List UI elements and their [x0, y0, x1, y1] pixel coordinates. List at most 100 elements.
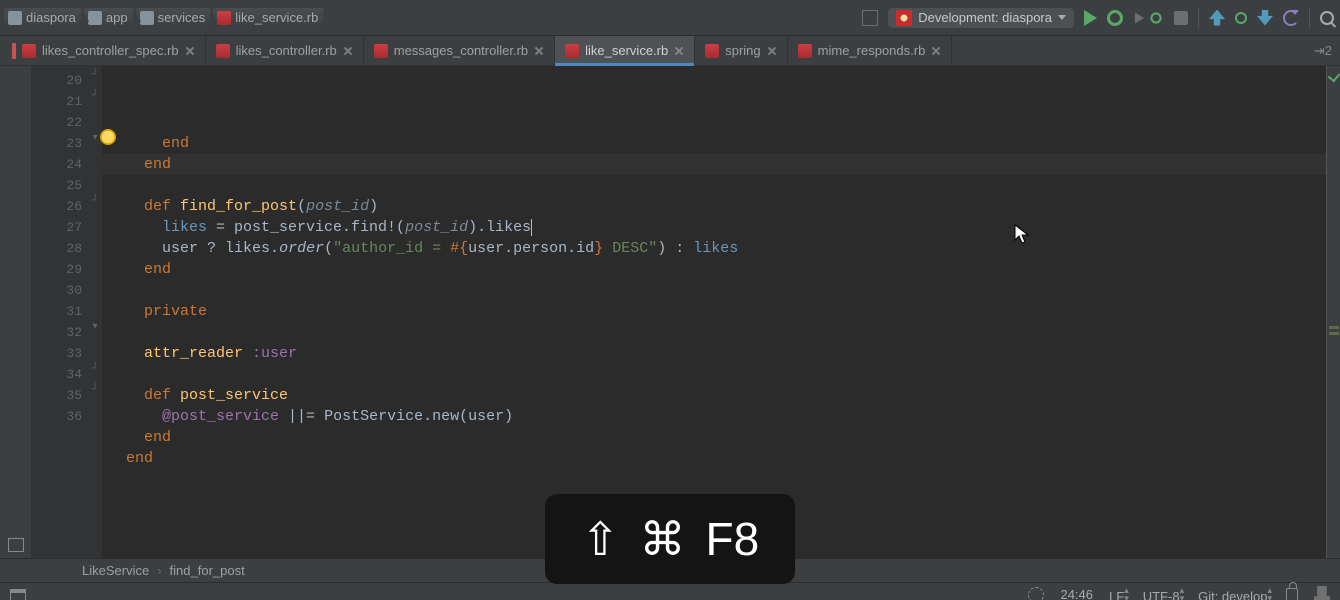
folder-icon [88, 11, 102, 25]
breadcrumb-node[interactable]: LikeService [82, 563, 149, 578]
git-branch[interactable]: Git: develop▴▾ [1198, 586, 1270, 600]
editor-tab[interactable]: like_service.rb [555, 36, 695, 65]
code-line[interactable]: end [108, 427, 1326, 448]
breadcrumb-item[interactable]: like_service.rb [213, 8, 324, 27]
intention-bulb-icon[interactable] [100, 129, 116, 145]
code-line[interactable]: end [108, 133, 1326, 154]
fold-marker[interactable]: ┘ [90, 385, 100, 395]
line-number[interactable]: 21 [32, 91, 82, 112]
tool-windows-icon[interactable] [10, 589, 26, 600]
code-line[interactable]: attr_reader :user [108, 343, 1326, 364]
close-icon[interactable] [185, 46, 195, 56]
line-separator[interactable]: LF▴▾ [1109, 586, 1127, 600]
tab-label: likes_controller_spec.rb [42, 43, 179, 58]
project-toolwindow-icon[interactable] [8, 538, 24, 552]
code-line[interactable] [108, 322, 1326, 343]
code-line[interactable]: end [108, 259, 1326, 280]
code-line[interactable]: def post_service [108, 385, 1326, 406]
editor-tab[interactable]: likes_controller.rb [206, 36, 364, 65]
file-encoding[interactable]: UTF-8▴▾ [1143, 586, 1182, 600]
close-icon[interactable] [767, 46, 777, 56]
line-number[interactable]: 31 [32, 301, 82, 322]
line-number[interactable]: 36 [32, 406, 82, 427]
code-area[interactable]: end end def find_for_post(post_id) likes… [102, 66, 1326, 558]
run-config-selector[interactable]: Development: diaspora [888, 8, 1074, 28]
chevron-right-icon: › [157, 563, 161, 578]
debug-button[interactable] [1107, 10, 1123, 26]
fold-marker[interactable]: ▾ [90, 133, 100, 143]
line-number[interactable]: 23 [32, 133, 82, 154]
code-line[interactable]: end [108, 154, 1326, 175]
line-number[interactable]: 34 [32, 364, 82, 385]
search-everywhere-icon[interactable] [1320, 11, 1334, 25]
fold-marker[interactable]: ┘ [90, 91, 100, 101]
line-number[interactable]: 25 [32, 175, 82, 196]
run-button[interactable] [1084, 10, 1097, 26]
line-number[interactable]: 27 [32, 217, 82, 238]
line-number[interactable]: 26 [32, 196, 82, 217]
error-stripe[interactable] [1326, 66, 1340, 558]
chevron-down-icon [1058, 15, 1066, 20]
close-icon[interactable] [931, 46, 941, 56]
separator [1198, 8, 1199, 28]
fold-marker[interactable]: ▾ [90, 322, 100, 332]
git-commit-icon[interactable] [1235, 12, 1247, 24]
git-pull-icon[interactable] [1209, 10, 1225, 26]
line-number[interactable]: 33 [32, 343, 82, 364]
test-indicator-icon [12, 43, 16, 59]
line-number[interactable]: 32 [32, 322, 82, 343]
line-number[interactable]: 35 [32, 385, 82, 406]
editor-tab[interactable]: messages_controller.rb [364, 36, 555, 65]
code-line[interactable] [108, 175, 1326, 196]
breadcrumb-item[interactable]: services [136, 8, 212, 27]
editor-tab[interactable]: spring [695, 36, 787, 65]
code-line[interactable]: user ? likes.order("author_id = #{user.p… [108, 238, 1326, 259]
breadcrumb[interactable]: diaspora app services like_service.rb [4, 8, 324, 27]
tool-window-strip-left[interactable] [0, 66, 32, 558]
code-line[interactable]: @post_service ||= PostService.new(user) [108, 406, 1326, 427]
code-line[interactable]: private [108, 301, 1326, 322]
caret-position[interactable]: 24:46 [1060, 587, 1093, 600]
breadcrumb-label: app [106, 10, 128, 25]
code-line[interactable] [108, 364, 1326, 385]
run-config-label: Development: diaspora [918, 10, 1052, 25]
ruby-file-icon [216, 44, 230, 58]
editor-tab[interactable]: likes_controller_spec.rb [2, 36, 206, 65]
breadcrumb-item[interactable]: diaspora [4, 8, 82, 27]
breadcrumb-label: services [158, 10, 206, 25]
close-icon[interactable] [534, 46, 544, 56]
stripe-mark[interactable] [1329, 332, 1339, 335]
gutter[interactable]: 2021222324252627282930313233343536 [32, 66, 88, 558]
code-line[interactable] [108, 280, 1326, 301]
close-icon[interactable] [674, 46, 684, 56]
git-revert-icon[interactable] [1283, 10, 1299, 26]
fold-marker[interactable]: ┘ [90, 196, 100, 206]
editor-tab[interactable]: mime_responds.rb [788, 36, 953, 65]
run-with-coverage-button[interactable] [1133, 10, 1164, 26]
readonly-lock-icon[interactable] [1286, 588, 1298, 600]
code-line[interactable]: end [108, 448, 1326, 469]
fold-marker[interactable]: ┘ [90, 364, 100, 374]
line-number[interactable]: 22 [32, 112, 82, 133]
folder-icon [140, 11, 154, 25]
line-number[interactable]: 20 [32, 70, 82, 91]
editor: 2021222324252627282930313233343536 ┘ ┘ ▾ ┘ ▾… [0, 66, 1340, 558]
line-number[interactable]: 24 [32, 154, 82, 175]
line-number[interactable]: 30 [32, 280, 82, 301]
tab-list-menu[interactable]: ⇥2 [1306, 43, 1340, 59]
breadcrumb-item[interactable]: app [84, 8, 134, 27]
run-anything-icon[interactable] [862, 10, 878, 26]
stripe-mark[interactable] [1329, 326, 1339, 329]
close-icon[interactable] [343, 46, 353, 56]
fold-marker[interactable]: ┘ [90, 70, 100, 80]
git-push-icon[interactable] [1257, 10, 1273, 26]
hector-icon[interactable] [1314, 586, 1330, 600]
background-tasks-icon[interactable] [1028, 587, 1044, 600]
code-line[interactable] [108, 469, 1326, 490]
line-number[interactable]: 29 [32, 259, 82, 280]
line-number[interactable]: 28 [32, 238, 82, 259]
breadcrumb-node[interactable]: find_for_post [170, 563, 245, 578]
code-line[interactable]: def find_for_post(post_id) [108, 196, 1326, 217]
stop-button[interactable] [1174, 11, 1188, 25]
code-line[interactable]: likes = post_service.find!(post_id).like… [108, 217, 1326, 238]
